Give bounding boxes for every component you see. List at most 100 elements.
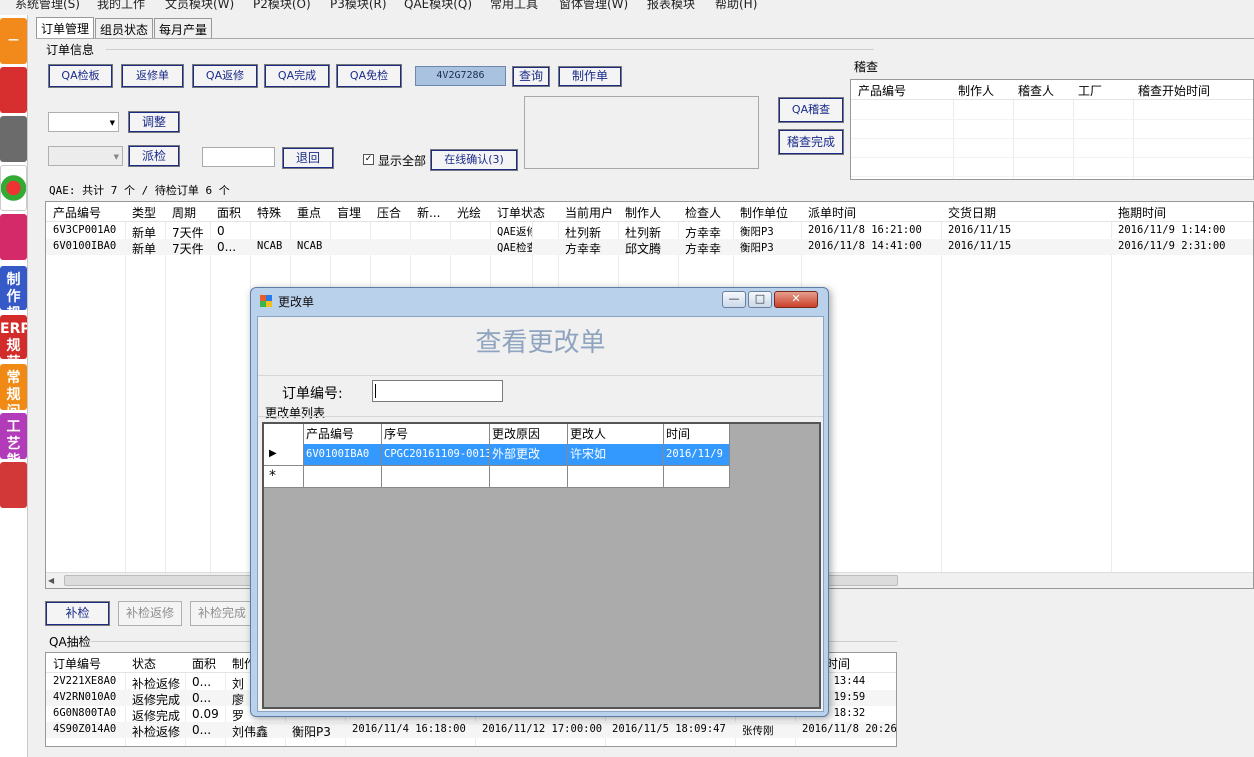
sample-cell[interactable]: 2V221XE8A0 [53,675,116,687]
sample-cell[interactable]: 2016/11/12 17:00:00 [482,723,602,735]
order-cell[interactable]: 衡阳P3 [740,240,774,255]
order-cell[interactable]: 衡阳P3 [740,224,774,239]
return-button[interactable]: 退回 [282,147,334,169]
order-col-header[interactable]: 派单时间 [808,204,856,221]
order-cell[interactable]: 6V0100IBA0 [53,240,116,252]
order-cell[interactable]: 7天件 [172,240,204,257]
sample-cell[interactable]: 0... [192,691,211,705]
qa-audit-button[interactable]: QA稽查 [778,97,844,123]
order-col-header[interactable]: 盲埋 [337,204,361,221]
minimize-icon[interactable]: — [722,291,746,308]
order-cell[interactable]: 0... [217,240,236,254]
audit-col-header[interactable]: 工厂 [1078,82,1102,99]
menu-item-6[interactable]: 常用工具 [490,0,538,12]
order-cell[interactable]: QAE检查中 [497,240,532,255]
menu-item-4[interactable]: P3模块(R) [330,0,387,12]
order-cell[interactable]: 方幸幸 [565,240,601,257]
order-cell[interactable]: QAE返修1 [497,224,532,239]
order-col-header[interactable]: 特殊 [257,204,281,221]
order-cell[interactable]: 2016/11/15 [948,224,1011,236]
new-row[interactable]: * [264,466,730,488]
change-col-header[interactable]: 序号 [382,424,490,446]
sample-cell[interactable]: 4S90Z014A0 [53,723,116,735]
return-reason-input[interactable] [202,147,275,167]
qa-complete-button[interactable]: QA完成 [264,64,330,88]
sample-col-header[interactable]: 面积 [192,655,216,672]
order-col-header[interactable]: 交货日期 [948,204,996,221]
order-cell[interactable]: 0 [217,224,225,238]
sample-cell[interactable]: 0... [192,723,211,737]
query-button[interactable]: 查询 [512,66,550,87]
qa-rework-button[interactable]: QA返修 [192,64,258,88]
change-cell[interactable]: 2016/11/9 10:26 [664,444,730,466]
spec-button[interactable]: 制作规范 [0,266,27,310]
table-row[interactable]: ▶ 6V0100IBA0 CPGC20161109-0013 外部更改 许宋如 2016/… [264,444,730,466]
order-cell[interactable]: 2016/11/9 1:14:00 [1118,224,1225,236]
change-col-header[interactable]: 更改原因 [490,424,568,446]
sample-cell[interactable]: 6G0N800TA0 [53,707,116,719]
order-cell[interactable]: 2016/11/15 [948,240,1011,252]
order-col-header[interactable]: 制作单位 [740,204,788,221]
new-row-cell[interactable] [382,466,490,488]
order-col-header[interactable]: 面积 [217,204,241,221]
change-col-header[interactable]: 更改人 [568,424,664,446]
common-issues-button[interactable]: 常规问题 [0,364,27,410]
menu-item-2[interactable]: 文员模块(W) [165,0,234,12]
order-col-header[interactable]: 拖期时间 [1118,204,1166,221]
audit-col-header[interactable]: 稽查开始时间 [1138,82,1210,99]
new-row-cell[interactable] [664,466,730,488]
audit-col-header[interactable]: 稽查人 [1018,82,1054,99]
order-col-header[interactable]: 检查人 [685,204,721,221]
change-cell[interactable]: CPGC20161109-0013 [382,444,490,466]
sample-cell[interactable]: 2016/11/4 16:18:00 [352,723,466,735]
order-cell[interactable]: NCAB [257,240,282,252]
tab-order-management[interactable]: 订单管理 [36,17,94,38]
rework-order-button[interactable]: 返修单 [121,64,184,88]
order-cell[interactable]: 2016/11/9 2:31:00 [1118,240,1225,252]
audit-col-header[interactable]: 产品编号 [858,82,906,99]
order-cell[interactable]: 新单 [132,240,156,257]
menu-item-7[interactable]: 窗体管理(W) [559,0,628,12]
recheck-rework-button[interactable]: 补检返修 [118,601,182,626]
menu-item-1[interactable]: 我的工作 [97,0,145,12]
audit-complete-button[interactable]: 稽查完成 [778,129,844,155]
collapse-button[interactable]: — [0,18,27,64]
sample-cell[interactable]: 0... [192,675,211,689]
tools-icon[interactable] [0,116,27,162]
order-cell[interactable]: 2016/11/8 16:21:00 [808,224,922,236]
scroll-left-icon[interactable]: ◀ [48,576,54,585]
sample-cell[interactable]: 刘伟鑫 [232,723,268,740]
order-cell[interactable]: 方幸幸 [685,240,721,257]
change-cell[interactable]: 外部更改 [490,444,568,466]
order-col-header[interactable]: 周期 [172,204,196,221]
order-col-header[interactable]: 重点 [297,204,321,221]
new-row-cell[interactable] [304,466,382,488]
online-confirm-button[interactable]: 在线确认(3) [430,149,518,171]
order-number-input[interactable] [372,380,503,402]
sample-cell[interactable]: 张传刚 [742,723,774,738]
menu-item-5[interactable]: QAE模块(Q) [404,0,472,12]
sample-cell[interactable]: 2016/11/8 20:26 [802,723,896,735]
order-cell[interactable]: 6V3CP001A0 [53,224,116,236]
tab-monthly-output[interactable]: 每月产量 [154,18,212,38]
close-icon[interactable]: ✕ [774,291,818,308]
order-col-header[interactable]: 压合 [377,204,401,221]
sample-cell[interactable]: 2016/11/5 18:09:47 [612,723,726,735]
change-col-header[interactable]: 时间 [664,424,730,446]
order-cell[interactable]: 邱文腾 [625,240,661,257]
make-order-button[interactable]: 制作单 [558,66,622,87]
qa-inspect-board-button[interactable]: QA检板 [48,64,113,88]
qa-exempt-button[interactable]: QA免检 [336,64,402,88]
assignee-select[interactable]: ▼ [48,146,123,166]
menu-item-8[interactable]: 报表模块 [647,0,695,12]
list-item[interactable]: 4S90Z014A0 补检返修 0... 刘伟鑫 衡阳P3 2016/11/4 16:18… [46,722,896,740]
order-col-header[interactable]: 光绘 [457,204,481,221]
dispatch-button[interactable]: 派检 [128,145,180,167]
order-cell[interactable]: NCAB [297,240,322,252]
order-col-header[interactable]: 制作人 [625,204,661,221]
new-row-cell[interactable] [568,466,664,488]
order-col-header[interactable]: 订单状态 [497,204,545,221]
save-icon[interactable] [0,214,27,260]
sample-cell[interactable]: 0.09 [192,707,219,721]
sample-col-header[interactable]: 状态 [132,655,156,672]
